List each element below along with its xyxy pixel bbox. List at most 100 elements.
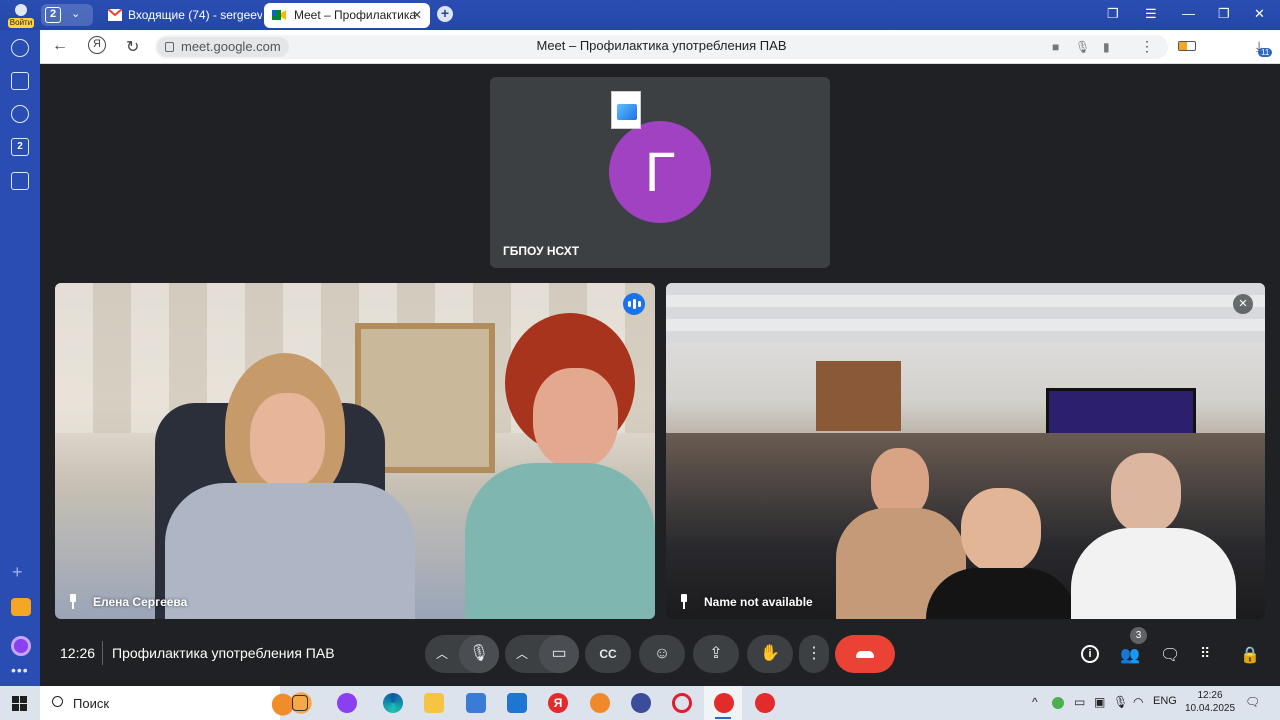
image-file-icon (611, 91, 641, 129)
video-icon[interactable] (11, 105, 29, 123)
speaking-indicator-icon (623, 293, 645, 315)
more-sidebar-icon[interactable]: ••• (11, 662, 29, 678)
address-bar[interactable]: meet.google.com Meet – Профилактика упот… (155, 35, 1168, 59)
info-icon[interactable]: i (1081, 645, 1099, 663)
collections-icon[interactable]: ❐ (1107, 6, 1119, 22)
microphone-icon[interactable]: 🎙 (1075, 40, 1090, 54)
participants-count-badge: 3 (1130, 627, 1147, 644)
host-controls-icon[interactable]: 🔒 (1240, 645, 1260, 665)
pin-icon[interactable] (67, 594, 79, 610)
pin-icon[interactable] (678, 594, 690, 610)
mic-off-icon: ✕ (1233, 294, 1253, 314)
user-icon (15, 4, 27, 16)
task-view-icon[interactable] (292, 695, 308, 711)
address-bar-row: ← Я ↻ meet.google.com Meet – Профилактик… (40, 30, 1280, 64)
search-icon (52, 696, 63, 707)
alice-app-icon[interactable] (337, 693, 357, 713)
tray-app-icon[interactable] (1052, 697, 1064, 709)
divider (102, 641, 103, 665)
search-placeholder: Поиск (73, 696, 110, 711)
history-icon[interactable] (11, 39, 29, 57)
more-icon[interactable]: ⋮ (1140, 38, 1154, 55)
participant-tile-elena[interactable]: Елена Сергеева (55, 283, 655, 619)
camera-icon[interactable]: ■ (1052, 40, 1059, 54)
store-icon[interactable] (466, 693, 486, 713)
tab-meet[interactable]: Meet – Профилактика ✕ (264, 3, 430, 28)
microphone-button[interactable]: 🎙 (459, 635, 499, 673)
close-tab-icon[interactable]: ✕ (412, 3, 422, 28)
edge-icon[interactable] (383, 693, 403, 713)
bookmark-icon[interactable]: ▮ (1103, 40, 1110, 54)
meet-icon (272, 10, 286, 20)
participant-name: ГБПОУ НСХТ (503, 244, 580, 258)
camera-options-chevron-icon[interactable]: ︿ (505, 635, 539, 673)
back-icon[interactable]: ← (52, 37, 68, 55)
tab-counter-button[interactable]: 2 ⌄ (41, 4, 93, 26)
reload-icon[interactable]: ↻ (126, 37, 139, 57)
activities-icon[interactable]: ⠿ (1200, 645, 1210, 662)
tab-count: 2 (45, 7, 61, 23)
minimize-button[interactable]: — (1182, 6, 1195, 21)
collections-icon[interactable] (11, 72, 29, 90)
people-icon[interactable]: 👥 (1120, 645, 1140, 665)
language-indicator[interactable]: ENG (1153, 695, 1177, 707)
chat-icon[interactable]: 🗨 (1160, 645, 1180, 665)
login-badge: Войти (8, 18, 34, 28)
more-vert-icon: ⋮ (806, 645, 822, 662)
windows-start-icon[interactable] (12, 696, 27, 711)
yandex-browser-alt-icon[interactable] (631, 693, 651, 713)
game-app-icon[interactable] (590, 693, 610, 713)
video-student3-shirt (1071, 528, 1236, 619)
browser-tab-bar: Войти 2 ⌄ Входящие (74) - sergeeva Meet … (0, 0, 1280, 30)
screenshot-icon[interactable] (11, 172, 29, 190)
video-person2-sweater (465, 463, 655, 619)
tray-microphone-icon[interactable]: 🎙 (1113, 695, 1128, 709)
battery-icon[interactable] (1178, 41, 1196, 51)
file-explorer-icon[interactable] (424, 693, 444, 713)
opera-icon[interactable] (672, 693, 692, 713)
mic-options-chevron-icon[interactable]: ︿ (425, 635, 459, 673)
add-panel-icon[interactable]: + (12, 562, 23, 583)
windows-taskbar: Поиск Я ^ ▭ ▣ 🎙 ◠ ENG 12:26 10.04.2025 🗨 (0, 686, 1280, 720)
meeting-time: 12:26 (60, 645, 96, 661)
leave-call-button[interactable] (835, 635, 895, 673)
participant-tile-gbpou[interactable]: Г ГБПОУ НСХТ (490, 77, 830, 268)
screen: Войти 2 ⌄ Входящие (74) - sergeeva Meet … (0, 0, 1280, 720)
yandex-app-icon[interactable]: Я (548, 693, 568, 713)
tray-chevron-up-icon[interactable]: ^ (1032, 695, 1038, 709)
mail-icon[interactable] (11, 598, 31, 616)
participant-tile-classroom[interactable]: ✕ Name not available (666, 283, 1265, 619)
camera-button[interactable]: ▭ (539, 635, 579, 673)
tab-gmail[interactable]: Входящие (74) - sergeeva (100, 3, 262, 28)
more-options-button[interactable]: ⋮ (799, 635, 829, 673)
tab-label: Meet – Профилактика (294, 8, 417, 22)
yandex-browser-icon[interactable] (714, 693, 734, 713)
wifi-icon[interactable]: ◠ (1133, 695, 1143, 709)
raise-hand-button[interactable]: ✋ (747, 635, 793, 673)
alice-icon[interactable] (11, 636, 31, 656)
video-person2-face (533, 368, 618, 468)
tabs-count-icon[interactable]: 2 (11, 138, 29, 156)
new-tab-button[interactable]: + (437, 6, 453, 22)
chevron-down-icon: ⌄ (71, 8, 81, 20)
profile-button[interactable]: Войти (6, 2, 36, 28)
mail-app-icon[interactable] (507, 693, 527, 713)
close-window-button[interactable]: ✕ (1254, 6, 1265, 22)
taskbar-clock[interactable]: 12:26 10.04.2025 (1180, 689, 1240, 715)
tray-device-icon[interactable]: ▭ (1074, 695, 1085, 709)
yandex-icon[interactable]: Я (88, 36, 106, 54)
taskbar-search[interactable]: Поиск (40, 686, 314, 720)
notifications-icon[interactable]: 🗨 (1245, 695, 1260, 709)
present-button[interactable]: ⇪ (693, 635, 739, 673)
captions-icon: CC (599, 647, 617, 661)
download-badge: 11 (1258, 48, 1273, 57)
restore-button[interactable]: ❐ (1218, 6, 1230, 22)
menu-icon[interactable]: ☰ (1145, 6, 1157, 22)
captions-button[interactable]: CC (585, 635, 631, 673)
video-student3-face (1111, 453, 1181, 533)
tray-network-alert-icon[interactable]: ▣ (1094, 695, 1105, 709)
emoji-button[interactable]: ☺ (639, 635, 685, 673)
yandex-browser-icon[interactable] (755, 693, 775, 713)
video-cabinet (816, 361, 901, 431)
clock-date: 10.04.2025 (1184, 703, 1236, 714)
